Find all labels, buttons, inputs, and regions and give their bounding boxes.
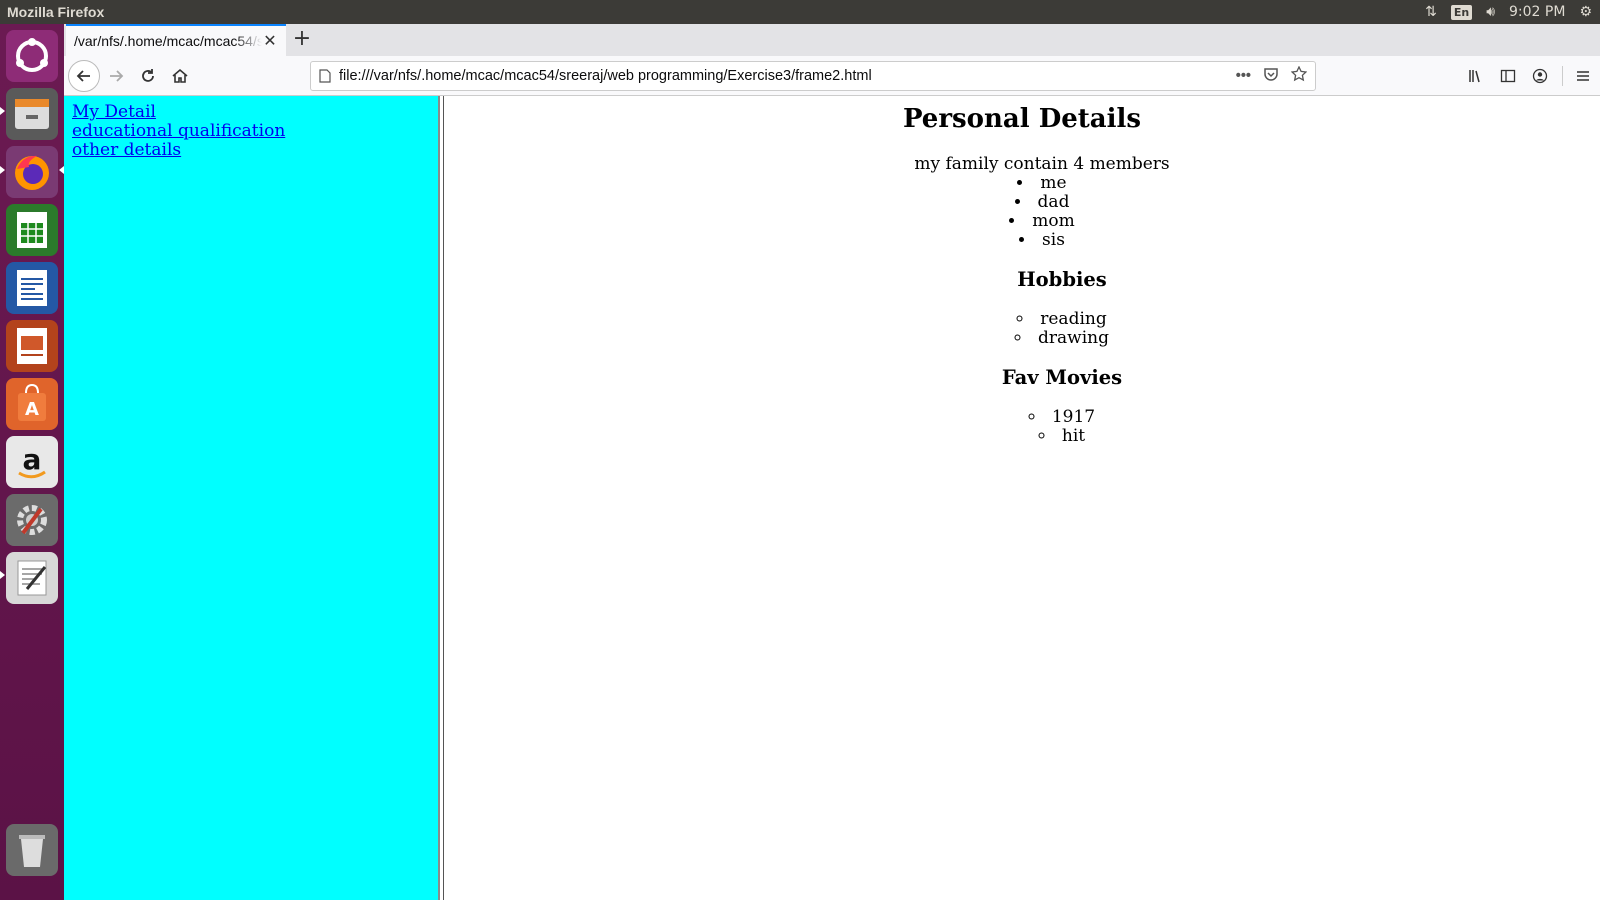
- list-item: 1917: [524, 408, 1600, 427]
- sidebar-icon[interactable]: [1498, 66, 1518, 86]
- link-other-details[interactable]: other details: [72, 141, 430, 160]
- new-tab-button[interactable]: +: [290, 28, 314, 52]
- running-indicator: [0, 166, 5, 174]
- firefox-icon[interactable]: [6, 146, 58, 198]
- forward-button[interactable]: [100, 60, 132, 92]
- url-bar[interactable]: file:///var/nfs/.home/mcac/mcac54/sreera…: [310, 61, 1316, 91]
- left-frame: My Detail educational qualification othe…: [64, 96, 438, 900]
- amazon-icon[interactable]: a: [6, 436, 58, 488]
- keyboard-layout-indicator[interactable]: En: [1450, 4, 1473, 20]
- url-text[interactable]: file:///var/nfs/.home/mcac/mcac54/sreera…: [339, 68, 1236, 84]
- home-button[interactable]: [164, 60, 196, 92]
- clock[interactable]: 9:02 PM: [1509, 4, 1565, 20]
- ubuntu-dash-icon[interactable]: [6, 30, 58, 82]
- home-icon: [172, 68, 188, 83]
- gear-icon[interactable]: ⚙: [1579, 4, 1592, 20]
- reload-button[interactable]: [132, 60, 164, 92]
- running-indicator: [0, 571, 5, 579]
- forward-arrow-icon: [110, 70, 124, 82]
- unity-launcher: A a: [0, 24, 64, 900]
- back-button[interactable]: [68, 60, 100, 92]
- hobbies-heading: Hobbies: [1017, 268, 1107, 291]
- movies-list: 1917 hit: [524, 408, 1600, 446]
- software-center-icon[interactable]: A: [6, 378, 58, 430]
- tab-frame2[interactable]: /var/nfs/.home/mcac/mcac54/sreeraj/web p…: [66, 24, 286, 56]
- navigation-toolbar: file:///var/nfs/.home/mcac/mcac54/sreera…: [64, 56, 1600, 96]
- text-editor-icon[interactable]: [6, 552, 58, 604]
- toolbar-right: [1466, 56, 1600, 96]
- page-title: Personal Details: [902, 104, 1142, 134]
- link-educational-qualification[interactable]: educational qualification: [72, 122, 430, 141]
- running-indicator: [0, 107, 5, 115]
- tab-title: /var/nfs/.home/mcac/mcac54/sreeraj/web p…: [74, 33, 262, 49]
- page-actions-icon[interactable]: •••: [1236, 68, 1251, 84]
- list-item: me: [484, 174, 1600, 193]
- fav-movies-heading: Fav Movies: [1001, 366, 1123, 389]
- trash-icon[interactable]: [6, 824, 58, 876]
- family-text: my family contain 4 members: [914, 154, 1170, 174]
- files-icon[interactable]: [6, 88, 58, 140]
- calc-icon[interactable]: [6, 204, 58, 256]
- top-panel: Mozilla Firefox ⇅ En 🔊︎ 9:02 PM ⚙: [0, 0, 1600, 24]
- tab-bar: /var/nfs/.home/mcac/mcac54/sreeraj/web p…: [64, 24, 1600, 56]
- back-arrow-icon: [76, 70, 90, 82]
- list-item: drawing: [524, 329, 1600, 348]
- svg-text:A: A: [25, 399, 39, 420]
- volume-icon[interactable]: 🔊︎: [1486, 4, 1495, 20]
- bookmark-star-icon[interactable]: [1290, 65, 1308, 86]
- link-my-detail[interactable]: My Detail: [72, 103, 430, 122]
- right-frame: Personal Details my family contain 4 mem…: [444, 96, 1600, 900]
- family-list: me dad mom sis: [484, 174, 1600, 250]
- network-icon[interactable]: ⇅: [1425, 4, 1437, 20]
- account-icon[interactable]: [1530, 66, 1550, 86]
- list-item: mom: [484, 212, 1600, 231]
- hobbies-list: reading drawing: [524, 310, 1600, 348]
- page-icon: [311, 69, 339, 83]
- impress-icon[interactable]: [6, 320, 58, 372]
- url-actions: •••: [1236, 65, 1315, 86]
- list-item: reading: [524, 310, 1600, 329]
- list-item: dad: [484, 193, 1600, 212]
- reload-icon: [142, 69, 154, 82]
- writer-icon[interactable]: [6, 262, 58, 314]
- svg-text:a: a: [23, 443, 42, 476]
- page-content: My Detail educational qualification othe…: [64, 96, 1600, 900]
- close-icon[interactable]: ✕: [262, 31, 278, 51]
- library-icon[interactable]: [1466, 66, 1486, 86]
- list-item: hit: [524, 427, 1600, 446]
- system-settings-icon[interactable]: [6, 494, 58, 546]
- hamburger-menu-icon[interactable]: [1562, 66, 1592, 86]
- list-item: sis: [484, 231, 1600, 250]
- pocket-icon[interactable]: [1263, 66, 1279, 86]
- indicator-area: ⇅ En 🔊︎ 9:02 PM ⚙: [1425, 0, 1592, 24]
- active-app-title: Mozilla Firefox: [7, 4, 105, 20]
